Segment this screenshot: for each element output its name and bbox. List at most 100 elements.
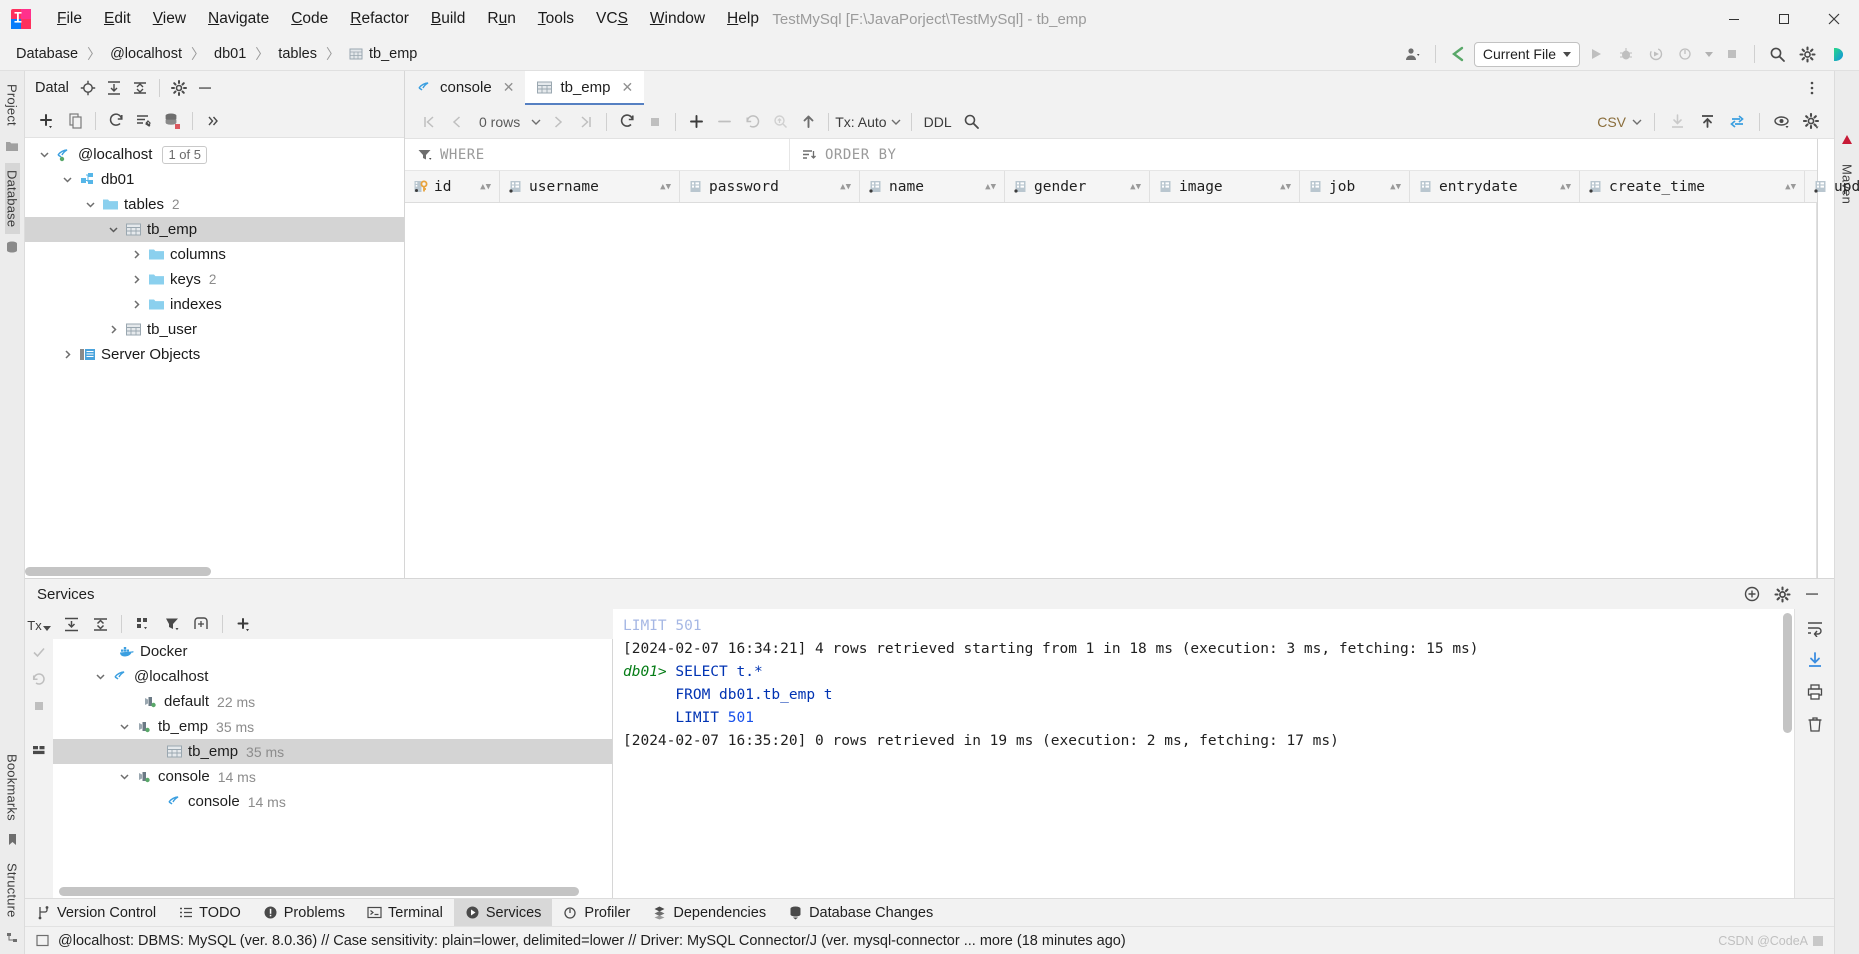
chevron-right-icon[interactable]: [104, 324, 122, 335]
transaction-mode-label[interactable]: Tx: Auto: [835, 114, 886, 130]
tree-node-db01[interactable]: db01: [25, 167, 404, 192]
ddl-button[interactable]: DDL: [918, 114, 958, 130]
folder-icon[interactable]: [5, 139, 19, 157]
add-tab-icon[interactable]: [187, 611, 215, 637]
chevron-right-icon[interactable]: [127, 299, 145, 310]
services-node-tb-emp-result[interactable]: tb_emp 35 ms: [53, 739, 612, 764]
column-header-image[interactable]: image ▲▼: [1150, 171, 1300, 202]
find-in-grid-icon[interactable]: [766, 109, 794, 135]
ai-assistant-icon[interactable]: [1823, 41, 1851, 67]
menu-vcs[interactable]: VCS: [585, 7, 639, 31]
data-source-properties-icon[interactable]: [158, 108, 186, 134]
collapse-all-icon[interactable]: [86, 611, 114, 637]
tree-node-columns[interactable]: columns: [25, 242, 404, 267]
column-header-name[interactable]: name ▲▼: [860, 171, 1005, 202]
scroll-to-end-icon[interactable]: [1801, 647, 1829, 673]
delete-row-icon[interactable]: [710, 109, 738, 135]
user-account-icon[interactable]: [1399, 41, 1427, 67]
stripe-item-bookmarks[interactable]: Bookmarks: [5, 747, 20, 828]
column-header-gender[interactable]: gender ▲▼: [1005, 171, 1150, 202]
check-icon[interactable]: [27, 640, 51, 664]
database-tree[interactable]: @localhost 1 of 5 db01 tables 2 tb_emp c…: [25, 138, 404, 578]
sort-arrows-icon[interactable]: ▲▼: [1380, 182, 1401, 191]
chevron-down-icon[interactable]: [91, 671, 109, 682]
console-vscrollbar[interactable]: [1783, 613, 1792, 733]
chevron-down-icon[interactable]: [115, 721, 133, 732]
menu-navigate[interactable]: Navigate: [197, 7, 280, 31]
chevron-down-icon[interactable]: [528, 109, 544, 135]
search-everywhere-icon[interactable]: [1763, 41, 1791, 67]
services-tree[interactable]: Docker @localhost default 22 ms tb_emp 3…: [53, 639, 613, 898]
add-row-icon[interactable]: [682, 109, 710, 135]
sort-arrows-icon[interactable]: ▲▼: [1550, 182, 1571, 191]
export-format-label[interactable]: CSV: [1597, 114, 1626, 130]
tx-icon[interactable]: Tx: [27, 613, 51, 637]
chevron-right-icon[interactable]: [58, 349, 76, 360]
hide-icon[interactable]: [1798, 581, 1826, 607]
sort-arrows-icon[interactable]: ▲▼: [1120, 182, 1141, 191]
services-node-tb-emp-session[interactable]: tb_emp 35 ms: [53, 714, 612, 739]
rerun-icon[interactable]: [27, 667, 51, 691]
run-with-coverage-icon[interactable]: [1642, 41, 1670, 67]
chevron-down-icon[interactable]: [104, 224, 122, 235]
menu-window[interactable]: Window: [639, 7, 716, 31]
filter-icon[interactable]: [158, 611, 186, 637]
copy-icon[interactable]: [61, 108, 89, 134]
search-icon[interactable]: [958, 109, 986, 135]
jump-to-query-console-icon[interactable]: [130, 108, 158, 134]
services-node-console-session[interactable]: console 14 ms: [53, 764, 612, 789]
collapse-all-icon[interactable]: [127, 76, 153, 100]
menu-help[interactable]: Help: [716, 7, 770, 31]
services-tree-hscrollbar[interactable]: [59, 887, 579, 896]
expand-all-icon[interactable]: [101, 76, 127, 100]
locate-icon[interactable]: [75, 76, 101, 100]
refresh-icon[interactable]: [102, 108, 130, 134]
status-message[interactable]: @localhost: DBMS: MySQL (ver. 8.0.36) //…: [58, 933, 1126, 949]
debug-icon[interactable]: [1612, 41, 1640, 67]
services-node-console-result[interactable]: console 14 ms: [53, 789, 612, 814]
breadcrumb-item-localhost[interactable]: @localhost: [106, 44, 186, 64]
services-node-default[interactable]: default 22 ms: [53, 689, 612, 714]
hide-icon[interactable]: [192, 76, 218, 100]
chevron-down-icon[interactable]: [81, 199, 99, 210]
bookmark-icon[interactable]: [6, 833, 19, 850]
stop-icon[interactable]: [1718, 41, 1746, 67]
breadcrumb-item-db01[interactable]: db01: [210, 44, 250, 64]
expand-all-icon[interactable]: [57, 611, 85, 637]
chevron-right-icon[interactable]: [127, 249, 145, 260]
stripe-item-database[interactable]: Database: [4, 162, 20, 235]
tab-tb-emp[interactable]: tb_emp ✕: [525, 71, 645, 105]
tool-window-dependencies[interactable]: Dependencies: [641, 899, 777, 926]
settings-gear-icon[interactable]: [1793, 41, 1821, 67]
print-icon[interactable]: [1801, 679, 1829, 705]
sort-arrows-icon[interactable]: ▲▼: [1270, 182, 1291, 191]
run-configuration-selector[interactable]: Current File: [1473, 41, 1580, 67]
column-header-create-time[interactable]: create_time ▲▼: [1580, 171, 1805, 202]
more-vertical-icon[interactable]: [1798, 75, 1826, 101]
next-page-icon[interactable]: [544, 109, 572, 135]
scrollbar-thumb[interactable]: [25, 567, 211, 576]
stripe-item-structure[interactable]: Structure: [5, 856, 20, 925]
column-header-job[interactable]: job ▲▼: [1300, 171, 1410, 202]
structure-icon[interactable]: [6, 931, 19, 948]
chevron-down-icon[interactable]: [58, 174, 76, 185]
breadcrumb-item-tables[interactable]: tables: [274, 44, 321, 64]
tool-window-version-control[interactable]: Version Control: [25, 899, 167, 926]
wrap-text-icon[interactable]: [1801, 615, 1829, 641]
profile-icon[interactable]: [1672, 41, 1700, 67]
import-data-icon[interactable]: [1663, 109, 1691, 135]
tool-window-problems[interactable]: Problems: [252, 899, 356, 926]
tab-console[interactable]: console ✕: [405, 71, 525, 105]
tool-window-profiler[interactable]: Profiler: [552, 899, 641, 926]
chevron-down-icon[interactable]: [1702, 41, 1716, 67]
maven-icon[interactable]: [1840, 133, 1854, 151]
group-icon[interactable]: [129, 611, 157, 637]
close-icon[interactable]: ✕: [621, 79, 633, 96]
menu-tools[interactable]: Tools: [527, 7, 585, 31]
tool-window-database-changes[interactable]: Database Changes: [777, 899, 944, 926]
menu-run[interactable]: Run: [476, 7, 526, 31]
export-data-icon[interactable]: [1693, 109, 1721, 135]
services-node-localhost[interactable]: @localhost: [53, 664, 612, 689]
tool-window-services[interactable]: Services: [453, 899, 553, 926]
prev-page-icon[interactable]: [443, 109, 471, 135]
